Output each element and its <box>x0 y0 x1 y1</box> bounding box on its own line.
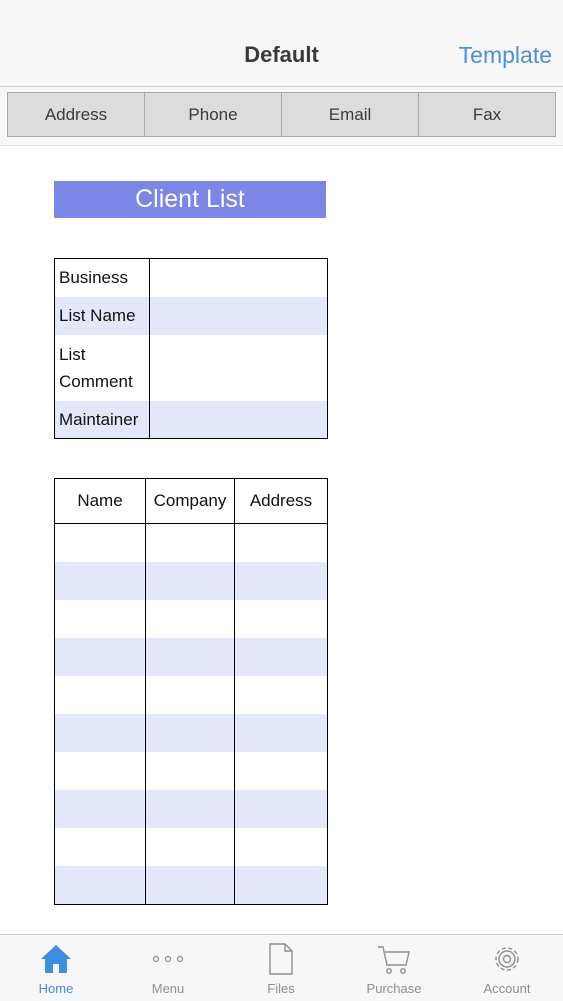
table-cell[interactable] <box>145 714 235 752</box>
table-cell[interactable] <box>54 562 146 600</box>
table-row <box>54 866 328 905</box>
tab-account[interactable]: Account <box>451 935 563 1001</box>
tab-bar: Home Menu Files Purchase Account <box>0 934 563 1001</box>
segment-fax[interactable]: Fax <box>418 92 556 137</box>
table-row <box>54 752 328 790</box>
tab-purchase[interactable]: Purchase <box>338 935 450 1001</box>
table-cell[interactable] <box>54 676 146 714</box>
info-row-list-name: List Name <box>54 296 328 335</box>
tab-label: Purchase <box>366 981 422 996</box>
info-row-maintainer: Maintainer <box>54 400 328 439</box>
table-row <box>54 523 328 563</box>
table-cell[interactable] <box>234 790 328 828</box>
table-cell[interactable] <box>145 638 235 676</box>
info-label: Business <box>54 258 150 297</box>
info-value[interactable] <box>150 259 328 297</box>
table-row <box>54 562 328 600</box>
table-row <box>54 714 328 752</box>
table-header-row: Name Company Address <box>54 478 328 524</box>
client-table: Name Company Address <box>54 478 328 905</box>
table-cell[interactable] <box>54 600 146 638</box>
more-icon <box>152 955 184 963</box>
table-cell[interactable] <box>145 828 235 866</box>
table-cell[interactable] <box>145 676 235 714</box>
info-table: Business List Name List Comment Maintain… <box>54 258 328 439</box>
table-cell[interactable] <box>234 562 328 600</box>
tab-menu[interactable]: Menu <box>112 935 224 1001</box>
table-row <box>54 600 328 638</box>
template-button[interactable]: Template <box>459 42 552 69</box>
table-cell[interactable] <box>145 600 235 638</box>
table-cell[interactable] <box>145 752 235 790</box>
home-icon <box>41 945 71 973</box>
table-cell[interactable] <box>54 752 146 790</box>
table-cell[interactable] <box>235 600 328 638</box>
table-row <box>54 638 328 676</box>
table-cell[interactable] <box>234 866 328 905</box>
tab-files[interactable]: Files <box>225 935 337 1001</box>
segment-bar: Address Phone Email Fax <box>0 87 563 146</box>
table-cell[interactable] <box>54 790 146 828</box>
tab-home[interactable]: Home <box>0 935 112 1001</box>
tab-label: Menu <box>151 981 185 996</box>
info-value[interactable] <box>149 400 328 439</box>
table-cell[interactable] <box>234 714 328 752</box>
segment-email[interactable]: Email <box>281 92 419 137</box>
document-title: Client List <box>54 181 326 218</box>
table-row <box>54 676 328 714</box>
tab-label: Account <box>483 981 531 996</box>
info-value[interactable] <box>149 296 328 335</box>
table-cell[interactable] <box>234 638 328 676</box>
table-cell[interactable] <box>145 562 235 600</box>
info-value[interactable] <box>150 335 328 401</box>
segment-address[interactable]: Address <box>7 92 145 137</box>
table-cell[interactable] <box>145 866 235 905</box>
column-header-address: Address <box>234 478 328 524</box>
table-cell[interactable] <box>54 523 146 562</box>
info-row-list-comment: List Comment <box>54 334 328 401</box>
info-row-business: Business <box>54 258 328 297</box>
column-header-name: Name <box>54 478 146 524</box>
gear-icon <box>495 947 519 971</box>
table-cell[interactable] <box>235 524 328 563</box>
table-row <box>54 828 328 866</box>
table-row <box>54 790 328 828</box>
info-label: Maintainer <box>54 400 150 439</box>
table-cell[interactable] <box>235 752 328 790</box>
tab-label: Files <box>267 981 295 996</box>
segment-phone[interactable]: Phone <box>144 92 282 137</box>
navigation-bar: Default Template <box>0 0 563 87</box>
table-cell[interactable] <box>54 638 146 676</box>
info-label: List Comment <box>54 334 150 401</box>
table-cell[interactable] <box>54 714 146 752</box>
table-cell[interactable] <box>235 676 328 714</box>
table-cell[interactable] <box>54 866 146 905</box>
tab-label: Home <box>38 981 74 996</box>
table-cell[interactable] <box>54 828 146 866</box>
cart-icon <box>378 946 410 975</box>
file-icon <box>269 943 293 975</box>
info-label: List Name <box>54 296 150 335</box>
table-cell[interactable] <box>145 523 235 562</box>
table-cell[interactable] <box>235 828 328 866</box>
column-header-company: Company <box>145 478 235 524</box>
table-cell[interactable] <box>145 790 235 828</box>
